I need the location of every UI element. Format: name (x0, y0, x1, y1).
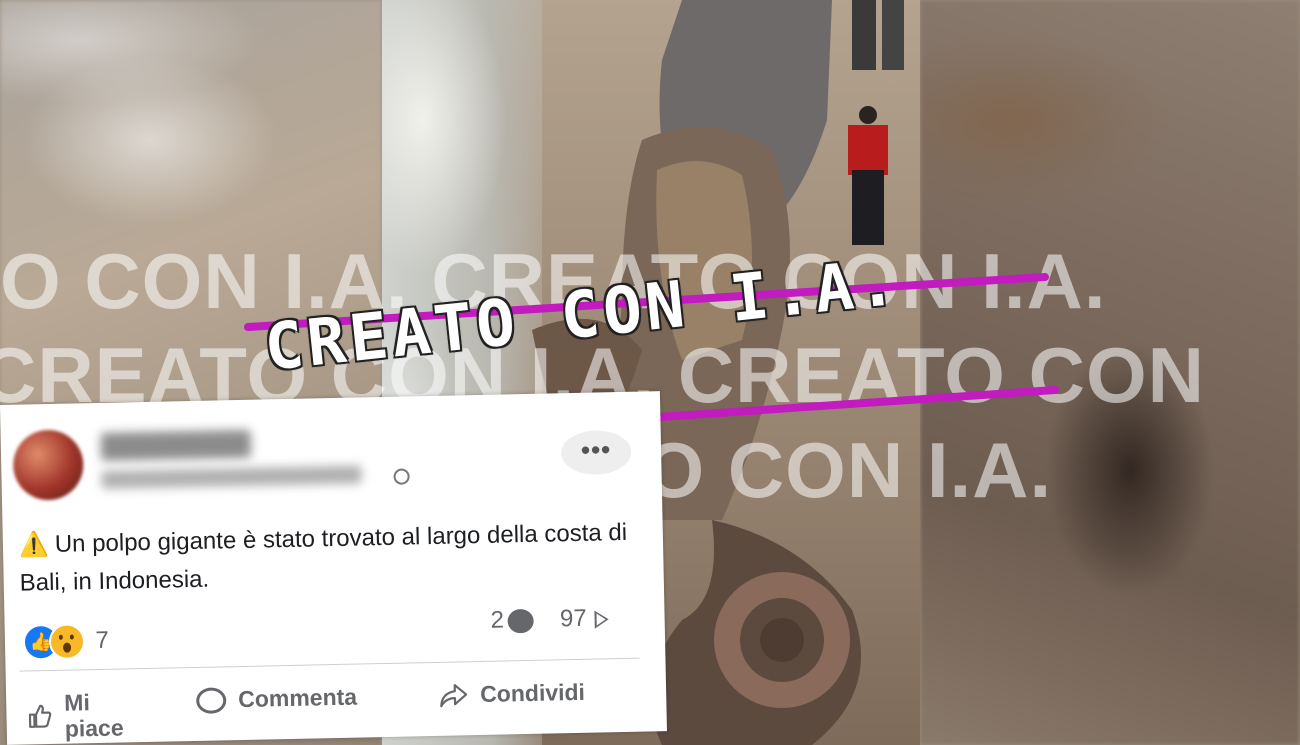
engagement-counts: 2 97 (490, 604, 609, 634)
post-actions-bar: Mi piace Commenta Condividi (20, 678, 641, 743)
blurred-author-name (100, 429, 252, 461)
post-body: Un polpo gigante è stato trovato al larg… (19, 518, 628, 597)
shares-count[interactable]: 97 (560, 605, 587, 633)
comments-count[interactable]: 2 (490, 606, 504, 633)
reactions-count: 7 (95, 626, 110, 655)
blurred-post-date (101, 465, 362, 489)
divider (19, 657, 640, 672)
wow-icon (48, 623, 86, 661)
comment-label: Commenta (237, 683, 358, 713)
facebook-post-card: ••• ⚠️ Un polpo gigante è stato trovato a… (0, 391, 667, 745)
like-label: Mi piace (63, 689, 124, 742)
thumbs-up-icon (28, 704, 52, 728)
warning-icon: ⚠️ (18, 531, 50, 559)
share-button[interactable]: Condividi (438, 679, 585, 709)
post-text: ⚠️ Un polpo gigante è stato trovato al la… (19, 514, 640, 603)
more-options-button[interactable]: ••• (560, 429, 632, 476)
comment-icon (195, 686, 227, 714)
comment-bubble-icon (507, 608, 535, 634)
share-label: Condividi (479, 678, 586, 708)
like-button[interactable]: Mi piace (26, 688, 135, 742)
share-icon (440, 683, 468, 707)
globe-icon (393, 468, 410, 485)
avatar[interactable] (12, 429, 84, 501)
comment-button[interactable]: Commenta (195, 683, 358, 714)
share-arrow-icon (594, 609, 609, 629)
reactions-summary[interactable]: 👍 7 (22, 623, 110, 661)
